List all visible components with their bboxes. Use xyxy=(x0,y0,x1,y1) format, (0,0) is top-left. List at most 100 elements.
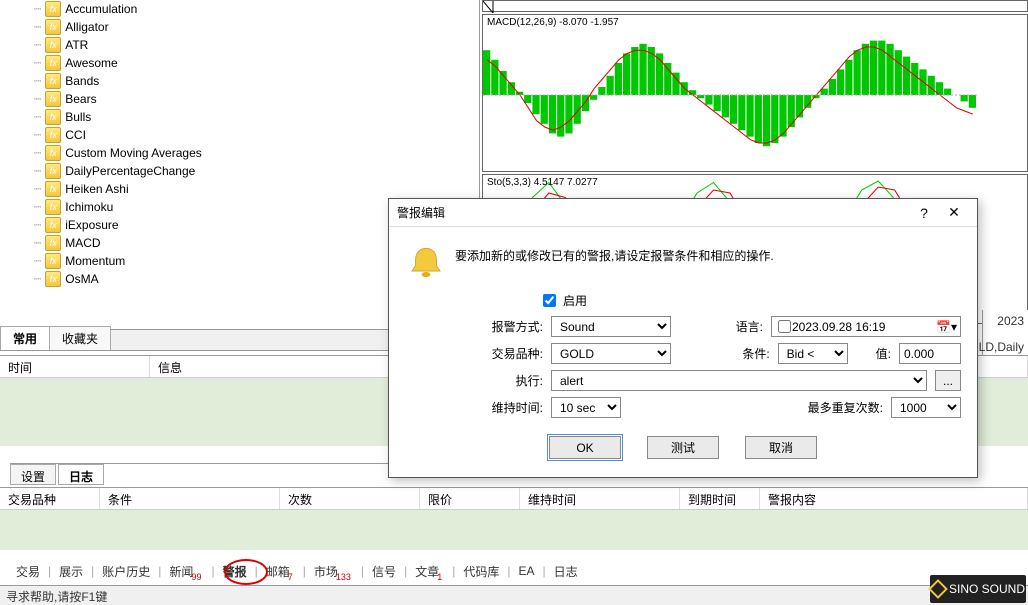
symbol-label: 交易品种: xyxy=(473,345,543,362)
method-label: 报警方式: xyxy=(473,318,543,335)
tree-item-label: Momentum xyxy=(65,254,125,268)
col-count[interactable]: 次数 xyxy=(280,488,420,509)
indicator-icon: fx xyxy=(45,91,61,107)
tab-journal[interactable]: 日志 xyxy=(58,464,104,485)
method-select[interactable]: Sound xyxy=(551,316,671,337)
tree-item-label: Awesome xyxy=(65,56,117,70)
tree-item[interactable]: ┈fxAccumulation xyxy=(0,0,479,18)
indicator-icon: fx xyxy=(45,271,61,287)
tab-codebase[interactable]: 代码库 xyxy=(457,560,505,583)
dialog-title: 警报编辑 xyxy=(397,204,909,221)
terminal-tabs: 交易| 展示| 账户历史| 新闻99| 警报| 邮箱7| 市场133| 信号| … xyxy=(10,559,584,583)
indicator-icon: fx xyxy=(45,253,61,269)
tree-dash-icon: ┈ xyxy=(34,2,41,16)
col-symbol[interactable]: 交易品种 xyxy=(0,488,100,509)
test-button[interactable]: 测试 xyxy=(647,436,719,459)
tab-mail[interactable]: 邮箱7 xyxy=(260,560,301,583)
tree-item-label: MACD xyxy=(65,236,100,250)
indicator-icon: fx xyxy=(45,163,61,179)
indicator-icon: fx xyxy=(45,55,61,71)
tree-dash-icon: ┈ xyxy=(34,236,41,250)
value-input[interactable] xyxy=(899,343,961,364)
close-icon[interactable]: ✕ xyxy=(939,204,969,221)
tree-item[interactable]: ┈fxBears xyxy=(0,90,479,108)
dialog-titlebar[interactable]: 警报编辑 ? ✕ xyxy=(389,199,977,227)
indicator-icon: fx xyxy=(45,127,61,143)
macd-label: MACD(12,26,9) -8.070 -1.957 xyxy=(487,17,619,28)
terminal-body[interactable] xyxy=(0,510,1028,550)
tree-dash-icon: ┈ xyxy=(34,218,41,232)
tab-market[interactable]: 市场133 xyxy=(308,560,359,583)
repeat-label: 最多重复次数: xyxy=(808,399,883,416)
tree-item-label: Alligator xyxy=(65,20,108,34)
tab-settings[interactable]: 设置 xyxy=(10,464,56,485)
indicator-icon: fx xyxy=(45,145,61,161)
tree-item[interactable]: ┈fxDailyPercentageChange xyxy=(0,162,479,180)
tab-history[interactable]: 账户历史 xyxy=(96,560,156,583)
language-label: 语言: xyxy=(736,318,763,335)
tree-dash-icon: ┈ xyxy=(34,182,41,196)
col-content[interactable]: 警报内容 xyxy=(760,488,1028,509)
tree-item[interactable]: ┈fxCCI xyxy=(0,126,479,144)
exec-select[interactable]: alert xyxy=(551,370,927,391)
tree-item[interactable]: ┈fxCustom Moving Averages xyxy=(0,144,479,162)
col-limit[interactable]: 限价 xyxy=(420,488,520,509)
hold-select[interactable]: 10 sec xyxy=(551,397,621,418)
symbol-select[interactable]: GOLD xyxy=(551,343,671,364)
tree-item[interactable]: ┈fxAlligator xyxy=(0,18,479,36)
tree-item-label: Ichimoku xyxy=(65,200,113,214)
brand-logo: SINO SOUND xyxy=(930,575,1026,603)
tree-dash-icon: ┈ xyxy=(34,128,41,142)
tree-item[interactable]: ┈fxBulls xyxy=(0,108,479,126)
browse-button[interactable]: ... xyxy=(935,370,961,391)
help-icon[interactable]: ? xyxy=(909,205,939,221)
tree-dash-icon: ┈ xyxy=(34,74,41,88)
col-expire[interactable]: 到期时间 xyxy=(680,488,760,509)
tree-dash-icon: ┈ xyxy=(34,200,41,214)
tree-dash-icon: ┈ xyxy=(34,272,41,286)
tab-favorites[interactable]: 收藏夹 xyxy=(49,326,111,350)
macd-chart[interactable]: MACD(12,26,9) -8.070 -1.957 xyxy=(482,14,1028,172)
tree-item[interactable]: ┈fxHeiken Ashi xyxy=(0,180,479,198)
language-input[interactable] xyxy=(771,316,961,337)
calendar-icon[interactable]: 📅▾ xyxy=(936,320,957,334)
indicator-icon: fx xyxy=(45,73,61,89)
col-time[interactable]: 时间 xyxy=(0,356,150,377)
tree-item-label: Accumulation xyxy=(65,2,137,16)
tree-dash-icon: ┈ xyxy=(34,254,41,268)
tab-news[interactable]: 新闻99 xyxy=(163,560,209,583)
indicator-icon: fx xyxy=(45,37,61,53)
ok-button[interactable]: OK xyxy=(549,436,621,459)
condition-select[interactable]: Bid < xyxy=(778,343,848,364)
enable-checkbox[interactable]: 启用 xyxy=(539,291,587,310)
tab-log[interactable]: 日志 xyxy=(548,560,584,583)
tab-common[interactable]: 常用 xyxy=(0,326,50,350)
tree-item-label: Heiken Ashi xyxy=(65,182,128,196)
status-bar: 寻求帮助,请按F1键 xyxy=(0,585,1028,605)
tab-trade[interactable]: 交易 xyxy=(10,560,46,583)
tree-dash-icon: ┈ xyxy=(34,92,41,106)
cancel-button[interactable]: 取消 xyxy=(745,436,817,459)
tree-item[interactable]: ┈fxATR xyxy=(0,36,479,54)
tab-signal[interactable]: 信号 xyxy=(366,560,402,583)
tree-item-label: OsMA xyxy=(65,272,98,286)
condition-label: 条件: xyxy=(742,345,769,362)
terminal-pane: 交易品种 条件 次数 限价 维持时间 到期时间 警报内容 交易| 展示| 账户历… xyxy=(0,487,1028,583)
repeat-select[interactable]: 1000 xyxy=(891,397,961,418)
language-check[interactable] xyxy=(778,320,791,333)
tab-show[interactable]: 展示 xyxy=(53,560,89,583)
exec-label: 执行: xyxy=(473,372,543,389)
tab-article[interactable]: 文章1 xyxy=(409,560,450,583)
col-hold[interactable]: 维持时间 xyxy=(520,488,680,509)
tree-item-label: Bands xyxy=(65,74,99,88)
indicator-icon: fx xyxy=(45,217,61,233)
col-condition[interactable]: 条件 xyxy=(100,488,280,509)
tree-item[interactable]: ┈fxAwesome xyxy=(0,54,479,72)
tab-ea[interactable]: EA xyxy=(512,561,540,581)
alert-editor-dialog: 警报编辑 ? ✕ 要添加新的或修改已有的警报,请设定报警条件和相应的操作. 启用… xyxy=(388,198,978,478)
tab-alert[interactable]: 警报 xyxy=(217,560,253,583)
tree-item[interactable]: ┈ fx Bands xyxy=(0,72,479,90)
value-label: 值: xyxy=(876,345,891,362)
tree-dash-icon: ┈ xyxy=(34,110,41,124)
tree-dash-icon: ┈ xyxy=(34,38,41,52)
